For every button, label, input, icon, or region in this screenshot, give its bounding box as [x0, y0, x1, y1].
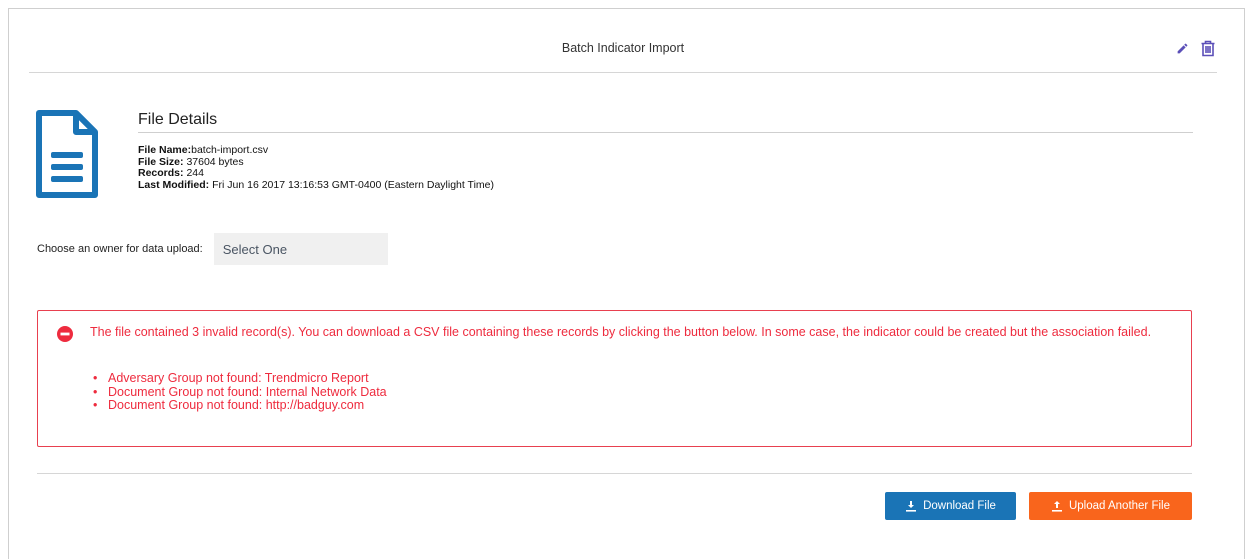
error-alert: The file contained 3 invalid record(s). … [37, 310, 1192, 447]
pencil-icon[interactable] [1173, 39, 1191, 57]
file-name-row: File Name:batch-import.csv [138, 144, 1193, 157]
download-file-button[interactable]: Download File [885, 492, 1016, 520]
minus-circle-icon [57, 326, 73, 342]
file-size-label: File Size: [138, 155, 184, 168]
owner-row: Choose an owner for data upload: Select … [37, 233, 388, 265]
upload-another-file-button[interactable]: Upload Another File [1029, 492, 1192, 520]
upload-icon [1051, 501, 1062, 512]
error-item: Document Group not found: http://badguy.… [108, 398, 387, 413]
last-modified-label: Last Modified: [138, 178, 210, 191]
trash-icon[interactable] [1199, 39, 1217, 57]
alert-message: The file contained 3 invalid record(s). … [90, 325, 1152, 339]
error-item: Adversary Group not found: Trendmicro Re… [108, 371, 387, 386]
file-size-row: File Size: 37604 bytes [138, 155, 1193, 169]
error-item: Document Group not found: Internal Netwo… [108, 385, 387, 400]
owner-label: Choose an owner for data upload: [37, 243, 203, 255]
owner-select[interactable]: Select One [213, 233, 388, 265]
last-modified-value: Fri Jun 16 2017 13:16:53 GMT-0400 (Easte… [212, 178, 494, 191]
file-size-value: 37604 bytes [186, 155, 244, 168]
file-name-value: batch-import.csv [191, 144, 269, 156]
file-details: File Details File Name:batch-import.csv … [138, 111, 1193, 191]
error-list: Adversary Group not found: Trendmicro Re… [108, 371, 387, 413]
file-details-lines: File Name:batch-import.csv File Size: 37… [138, 144, 1193, 192]
upload-another-file-label: Upload Another File [1068, 500, 1170, 512]
file-name-label: File Name: [138, 144, 192, 156]
records-value: 244 [186, 167, 204, 179]
file-details-title: File Details [138, 111, 1193, 133]
download-icon [906, 501, 917, 512]
document-icon [36, 110, 98, 198]
last-modified-row: Last Modified: Fri Jun 16 2017 13:16:53 … [138, 178, 1193, 192]
footer-divider [37, 473, 1192, 474]
import-panel: Batch Indicator Import [8, 8, 1245, 559]
page-title: Batch Indicator Import [561, 41, 685, 55]
panel-header: Batch Indicator Import [29, 9, 1217, 73]
header-actions [1173, 39, 1217, 57]
records-label: Records: [138, 167, 184, 179]
download-file-label: Download File [923, 500, 996, 512]
